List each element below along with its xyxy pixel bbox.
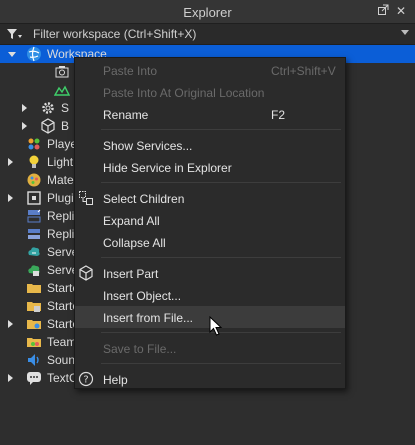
menu-item-hide-service-in-explorer[interactable]: Hide Service in Explorer (75, 156, 345, 178)
starter-pack-icon (26, 298, 42, 314)
menu-item-label: Expand All (103, 214, 160, 228)
filter-bar[interactable]: Filter workspace (Ctrl+Shift+X) (0, 24, 415, 45)
lightbulb-icon (26, 154, 42, 170)
menu-item-label: Collapse All (103, 236, 166, 250)
menu-item-label: Rename (103, 108, 149, 122)
tree-row-label: B (61, 119, 70, 133)
menu-item-label: Show Services... (103, 139, 193, 153)
text-chat-service-icon (26, 370, 42, 386)
context-menu: Paste Into Ctrl+Shift+V Paste Into At Orig… (74, 57, 346, 389)
replicated-first-icon (26, 208, 42, 224)
menu-item-insert-part[interactable]: Insert Part (75, 262, 345, 284)
cube-icon (40, 118, 56, 134)
teams-icon (26, 334, 42, 350)
menu-separator (101, 129, 341, 130)
menu-item-label: Save to File... (103, 342, 177, 356)
menu-item-insert-object[interactable]: Insert Object... (75, 284, 345, 306)
filter-icon[interactable] (6, 28, 22, 40)
chevron-right-icon[interactable] (8, 194, 13, 202)
chevron-right-icon[interactable] (8, 158, 13, 166)
menu-item-paste-into-at-original-location: Paste Into At Original Location (75, 81, 345, 103)
gear-icon (40, 100, 56, 116)
select-children-icon (78, 190, 94, 206)
menu-separator (101, 257, 341, 258)
menu-item-shortcut: F2 (271, 108, 286, 122)
chevron-right-icon[interactable] (8, 320, 13, 328)
menu-item-save-to-file: Save to File... (75, 337, 345, 359)
tree-row-label: Plugi (47, 191, 74, 205)
menu-item-paste-into: Paste Into Ctrl+Shift+V (75, 59, 345, 81)
menu-item-select-children[interactable]: Select Children (75, 187, 345, 209)
menu-separator (101, 363, 341, 364)
tree-row-label: Repli (47, 209, 75, 223)
menu-item-help[interactable]: ? Help (75, 368, 345, 390)
mouse-cursor-icon (209, 315, 223, 336)
window-title: Explorer (183, 5, 232, 20)
tree-row-label: Light (47, 155, 74, 169)
undock-icon[interactable] (376, 4, 390, 18)
tree-row-label: Soun (47, 353, 76, 367)
starter-gui-icon (26, 280, 42, 296)
material-icon (26, 172, 42, 188)
menu-item-label: Paste Into (103, 64, 158, 78)
menu-item-label: Hide Service in Explorer (103, 161, 232, 175)
chevron-right-icon[interactable] (22, 122, 27, 130)
globe-icon (26, 46, 42, 62)
svg-text:?: ? (83, 375, 88, 386)
menu-item-label: Insert from File... (103, 311, 194, 325)
tree-row-label: Playe (47, 137, 78, 151)
tree-row-label: S (61, 101, 70, 115)
players-icon (26, 136, 42, 152)
starter-player-icon (26, 316, 42, 332)
menu-item-label: Help (103, 373, 128, 387)
plugin-icon (26, 190, 42, 206)
menu-item-show-services[interactable]: Show Services... (75, 134, 345, 156)
filter-input[interactable]: Filter workspace (Ctrl+Shift+X) (33, 27, 196, 41)
sound-service-icon (26, 352, 42, 368)
help-icon: ? (78, 371, 94, 387)
menu-item-rename[interactable]: Rename F2 (75, 103, 345, 125)
chevron-down-icon[interactable] (401, 30, 409, 35)
menu-separator (101, 182, 341, 183)
replicated-storage-icon (26, 226, 42, 242)
terrain-icon (53, 82, 71, 98)
server-storage-icon (26, 262, 42, 278)
tree-row-label: Mate (47, 173, 74, 187)
server-script-service-icon (26, 244, 42, 260)
part-icon (78, 265, 94, 281)
menu-item-shortcut: Ctrl+Shift+V (271, 64, 336, 78)
tree-row-label: Team (47, 335, 77, 349)
menu-item-expand-all[interactable]: Expand All (75, 209, 345, 231)
tree-row-label: Repli (47, 227, 75, 241)
explorer-titlebar: Explorer ✕ (0, 0, 415, 24)
chevron-right-icon[interactable] (8, 374, 13, 382)
menu-item-label: Insert Object... (103, 289, 182, 303)
chevron-down-icon[interactable] (8, 52, 16, 57)
menu-item-collapse-all[interactable]: Collapse All (75, 231, 345, 253)
close-icon[interactable]: ✕ (394, 4, 408, 18)
chevron-right-icon[interactable] (22, 104, 27, 112)
camera-icon (54, 64, 70, 80)
menu-item-label: Insert Part (103, 267, 159, 281)
menu-item-label: Paste Into At Original Location (103, 86, 265, 100)
menu-item-label: Select Children (103, 192, 185, 206)
